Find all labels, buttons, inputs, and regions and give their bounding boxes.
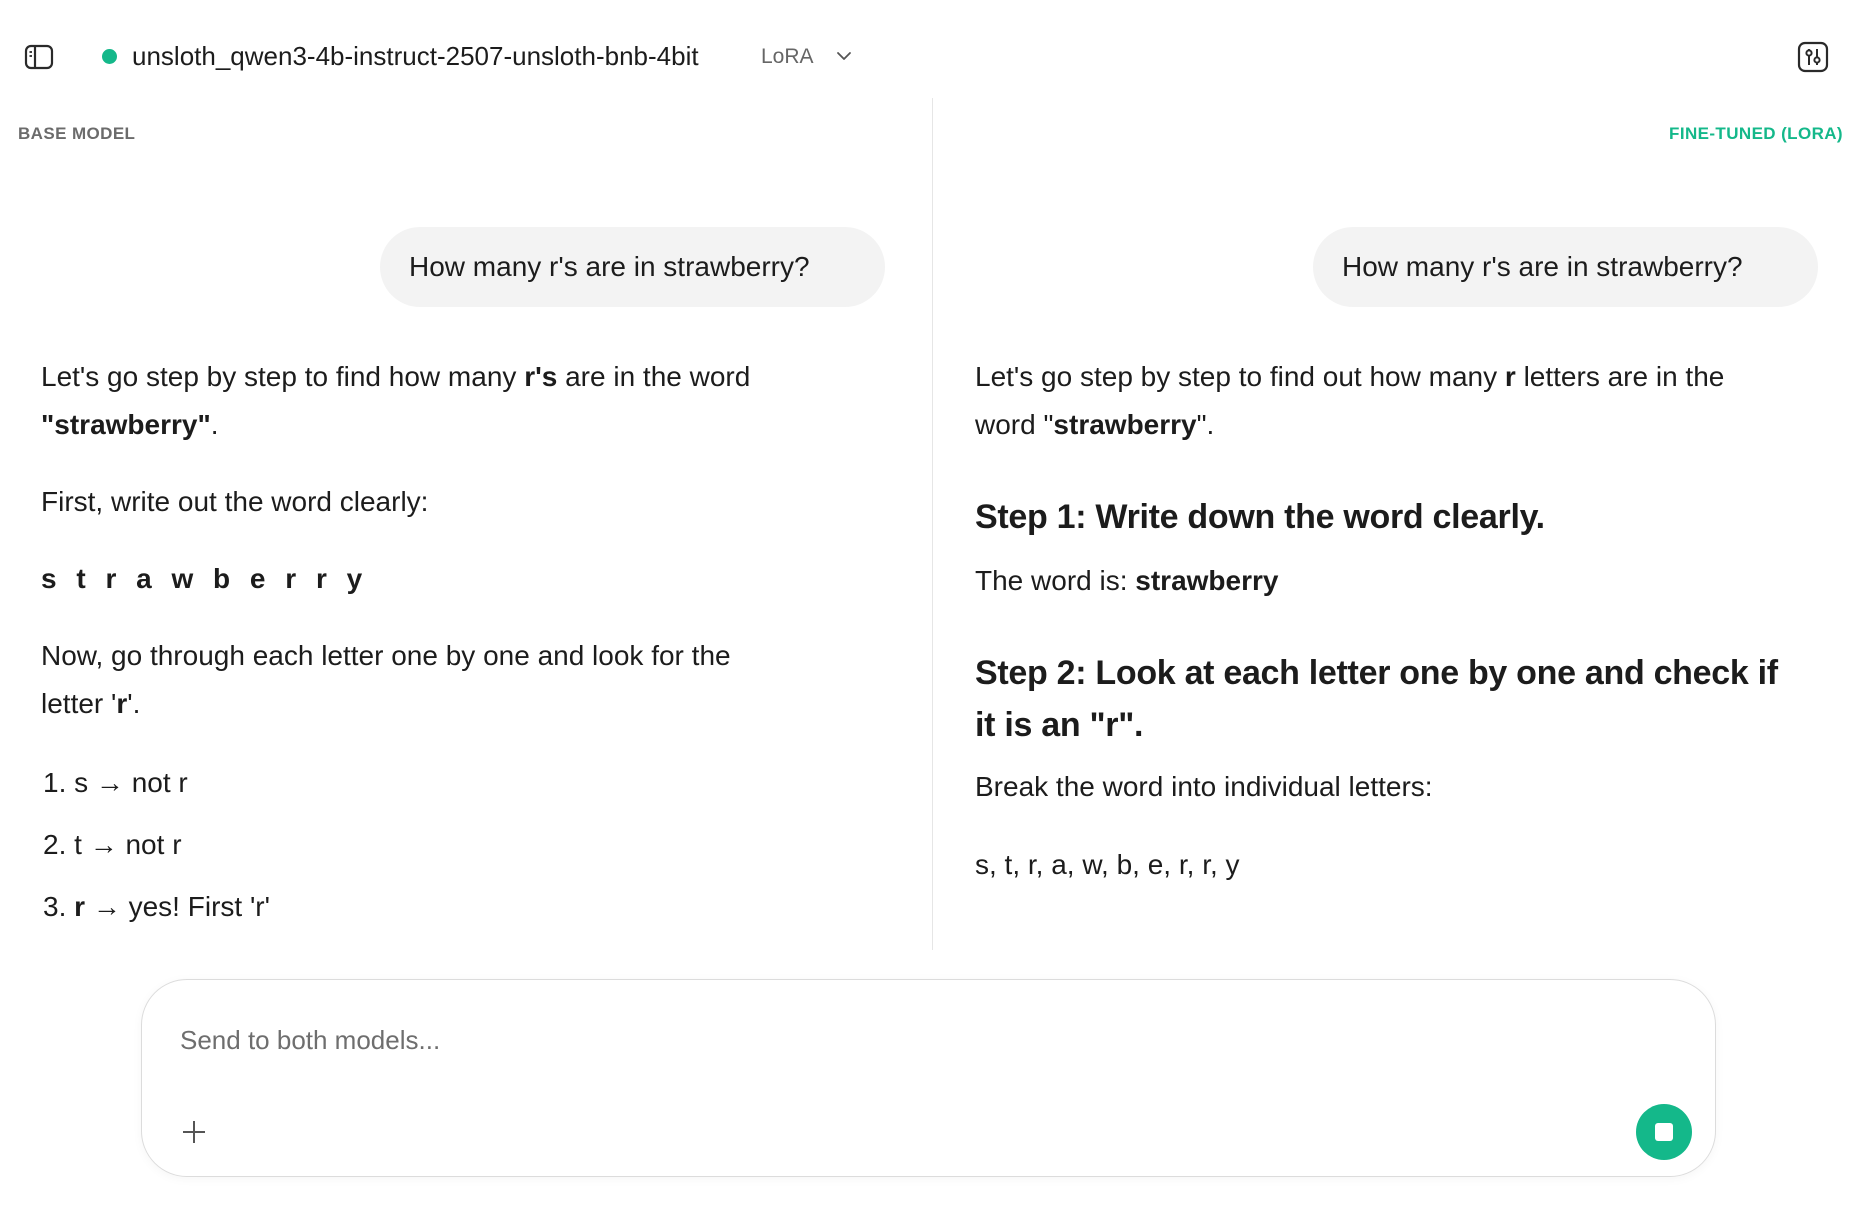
panel-divider	[932, 98, 933, 950]
model-selector-name[interactable]: unsloth_qwen3-4b-instruct-2507-unsloth-b…	[132, 38, 699, 74]
top-bar: unsloth_qwen3-4b-instruct-2507-unsloth-b…	[0, 0, 1849, 98]
message-composer	[141, 979, 1716, 1177]
base-user-message: How many r's are in strawberry?	[380, 227, 885, 307]
lora-step2-heading-cont: it is an "r".	[975, 706, 1144, 744]
lora-badge[interactable]: LoRA	[761, 41, 814, 73]
list-item: 2. t → not r	[43, 829, 182, 860]
stop-generation-button[interactable]	[1636, 1104, 1692, 1160]
base-response-paragraph: Let's go step by step to find how many r…	[41, 361, 751, 392]
lora-step1-heading: Step 1: Write down the word clearly.	[975, 498, 1545, 536]
lora-word-line: The word is: strawberry	[975, 565, 1279, 596]
lora-letters-list: s, t, r, a, w, b, e, r, r, y	[975, 849, 1240, 880]
settings-sliders-icon[interactable]	[1797, 40, 1829, 74]
lora-break-letters: Break the word into individual letters:	[975, 771, 1433, 802]
lora-response-paragraph-cont: word "strawberry".	[975, 409, 1215, 440]
sidebar-toggle-icon[interactable]	[24, 42, 54, 72]
base-response-instruction-cont: letter 'r'.	[41, 688, 141, 719]
plus-icon[interactable]	[178, 1116, 210, 1148]
base-response-spelled-word: s t r a w b e r r y	[41, 563, 369, 594]
base-response-paragraph-cont: "strawberry".	[41, 409, 219, 440]
lora-user-message: How many r's are in strawberry?	[1313, 227, 1818, 307]
status-dot	[102, 49, 117, 64]
lora-response-paragraph: Let's go step by step to find out how ma…	[975, 361, 1725, 392]
stop-icon	[1655, 1123, 1673, 1141]
list-item: 3. r → yes! First 'r'	[43, 891, 270, 922]
list-item: 1. s → not r	[43, 767, 188, 798]
lora-model-label: FINE-TUNED (LORA)	[1669, 124, 1843, 143]
message-input[interactable]	[180, 1010, 1660, 1070]
base-model-label: BASE MODEL	[18, 124, 136, 143]
base-response-write-out: First, write out the word clearly:	[41, 486, 429, 517]
lora-step2-heading: Step 2: Look at each letter one by one a…	[975, 654, 1778, 692]
base-response-instruction: Now, go through each letter one by one a…	[41, 640, 731, 671]
chevron-down-icon[interactable]	[834, 46, 854, 66]
